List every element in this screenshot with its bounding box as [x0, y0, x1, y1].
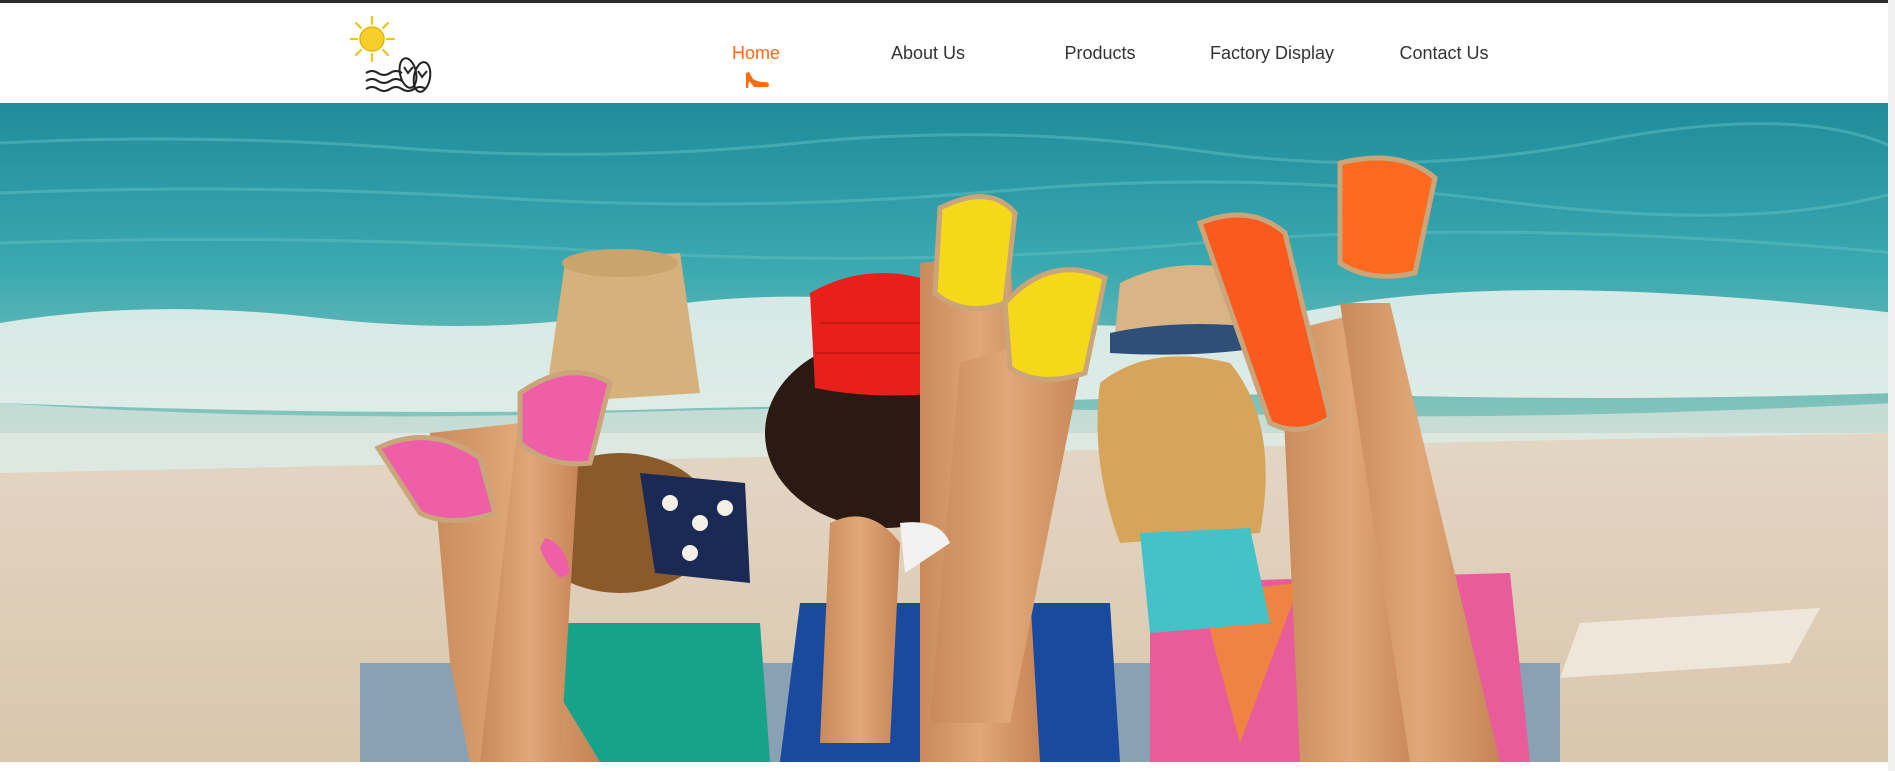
nav-products-label: Products [1064, 43, 1136, 63]
nav-about-us-label: About Us [890, 43, 966, 63]
nav-contact-us[interactable]: Contact Us [1358, 3, 1530, 103]
sun-beach-sandals-logo-icon[interactable] [350, 15, 450, 100]
nav-factory-display[interactable]: Factory Display [1186, 3, 1358, 103]
nav-about-us[interactable]: About Us [842, 3, 1014, 103]
nav-contact-us-label: Contact Us [1399, 43, 1489, 63]
nav-factory-display-label: Factory Display [1209, 43, 1335, 63]
site-header: Home About Us Products Factory Display C… [0, 3, 1895, 103]
high-heel-shoe-icon [746, 72, 769, 88]
hero-banner-image [0, 103, 1895, 762]
nav-home[interactable]: Home [670, 3, 842, 103]
hero-bottom-gap [0, 762, 1895, 771]
page-scrollbar[interactable] [1888, 0, 1895, 771]
main-nav: Home About Us Products Factory Display C… [670, 3, 1530, 103]
nav-home-label: Home [731, 43, 780, 63]
nav-products[interactable]: Products [1014, 3, 1186, 103]
hero-banner[interactable] [0, 103, 1895, 762]
